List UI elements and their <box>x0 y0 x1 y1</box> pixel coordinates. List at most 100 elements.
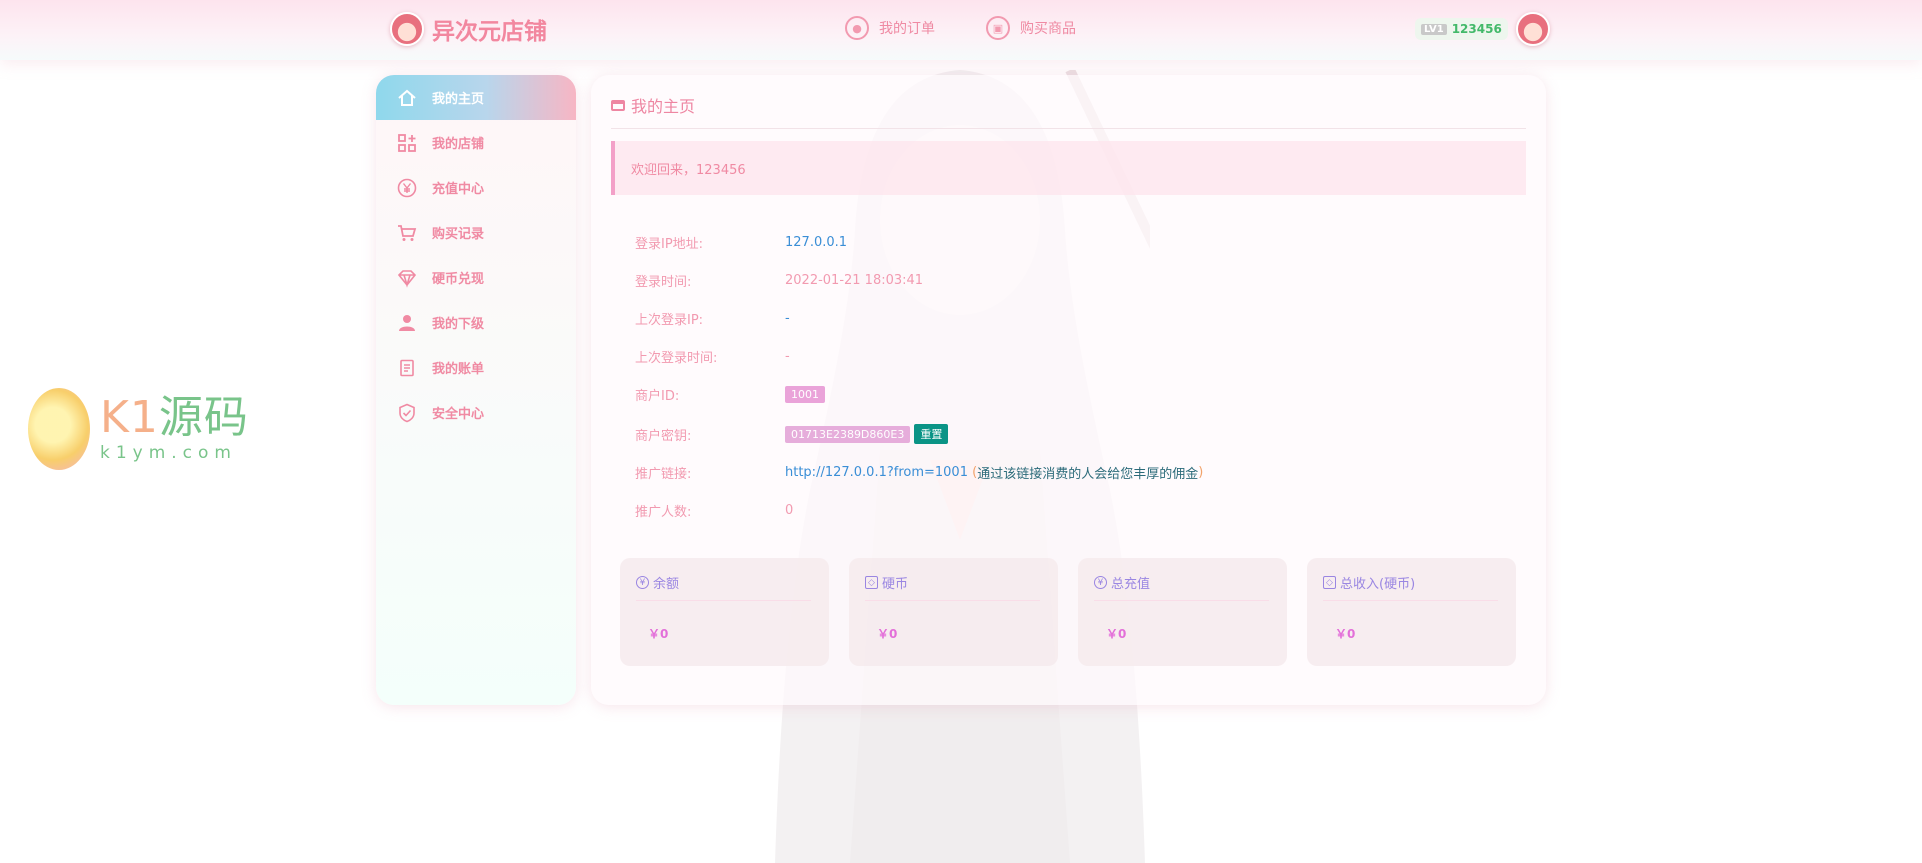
diamond-icon: ◇ <box>865 576 878 589</box>
info-row-promo-count: 推广人数: 0 <box>635 501 793 520</box>
stat-card-label: 硬币 <box>882 577 909 592</box>
welcome-text: 欢迎回来，123456 <box>631 162 746 178</box>
info-row-last-ip: 上次登录IP: - <box>635 309 790 328</box>
sidebar-item-label: 我的主页 <box>432 92 485 107</box>
info-label: 上次登录IP: <box>635 313 704 328</box>
info-row-merchant-key: 商户密钥: 01713E2389D860E3 重置 <box>635 424 949 444</box>
info-label: 商户ID: <box>635 389 680 404</box>
home-icon <box>396 87 418 109</box>
info-label: 登录IP地址: <box>635 237 704 252</box>
nav-my-orders[interactable]: ● 我的订单 <box>845 16 935 40</box>
watermark-k1: K1 <box>100 392 159 443</box>
info-label: 商户密钥: <box>635 428 692 444</box>
sidebar: 我的主页 我的店铺 充值中心 购买记录 硬币兑现 我的下级 我的账单 安全中心 <box>376 75 576 705</box>
sidebar-item-label: 购买记录 <box>432 227 485 242</box>
watermark-logo: K1源码 k1ym.com <box>28 388 249 470</box>
sidebar-item-label: 我的账单 <box>432 362 485 377</box>
yen-icon <box>396 177 418 199</box>
sidebar-item-my-bills[interactable]: 我的账单 <box>376 345 576 390</box>
info-label: 登录时间: <box>635 275 692 290</box>
username: 123456 <box>1451 22 1502 36</box>
page-title-text: 我的主页 <box>631 97 696 116</box>
nav-my-orders-label: 我的订单 <box>879 21 935 37</box>
main-panel: 我的主页 欢迎回来，123456 登录IP地址: 127.0.0.1 登录时间:… <box>591 75 1546 705</box>
divider <box>1094 600 1269 601</box>
shop-bag-icon: ▣ <box>986 16 1010 40</box>
sidebar-item-coin-cashout[interactable]: 硬币兑现 <box>376 255 576 300</box>
diamond-icon: ◇ <box>1323 576 1336 589</box>
paren-close: ) <box>1198 465 1204 480</box>
info-row-promo-link: 推广链接: http://127.0.0.1?from=1001 ( 通过该链接… <box>635 463 1203 482</box>
stat-card-value: ￥0 <box>1335 627 1356 641</box>
top-navbar: 异次元店铺 ● 我的订单 ▣ 购买商品 LV1 123456 <box>0 0 1922 60</box>
merchant-key-tag: 01713E2389D860E3 <box>785 425 911 443</box>
sidebar-item-home[interactable]: 我的主页 <box>376 75 576 120</box>
sidebar-item-security[interactable]: 安全中心 <box>376 390 576 435</box>
info-label: 推广人数: <box>635 505 692 520</box>
info-row-login-ip: 登录IP地址: 127.0.0.1 <box>635 233 847 252</box>
login-time-value: 2022-01-21 18:03:41 <box>785 273 924 288</box>
reset-key-button[interactable]: 重置 <box>914 424 949 444</box>
watermark-emblem-icon <box>28 388 90 470</box>
bill-icon <box>396 357 418 379</box>
order-icon: ● <box>845 16 869 40</box>
diamond-icon <box>396 267 418 289</box>
yen-icon: ¥ <box>1094 576 1107 589</box>
user-level-badge: LV1 123456 <box>1415 18 1508 40</box>
info-row-last-time: 上次登录时间: - <box>635 347 790 366</box>
paren-open: ( <box>967 465 978 480</box>
last-ip-value: - <box>785 311 790 326</box>
info-label: 推广链接: <box>635 467 692 482</box>
promo-link[interactable]: http://127.0.0.1?from=1001 <box>785 465 968 480</box>
nav-buy-goods[interactable]: ▣ 购买商品 <box>986 16 1076 40</box>
stat-card-coins: ◇ 硬币 ￥0 <box>849 558 1058 666</box>
divider <box>1323 600 1498 601</box>
shield-icon <box>396 402 418 424</box>
site-logo[interactable]: 异次元店铺 <box>390 12 547 46</box>
sidebar-item-subordinates[interactable]: 我的下级 <box>376 300 576 345</box>
user-menu[interactable]: LV1 123456 <box>1415 12 1550 46</box>
sidebar-item-purchase-history[interactable]: 购买记录 <box>376 210 576 255</box>
watermark-sub: k1ym.com <box>100 443 237 463</box>
stat-card-label: 余额 <box>653 577 680 592</box>
stat-card-value: ￥0 <box>877 627 898 641</box>
apps-icon <box>396 132 418 154</box>
stat-card-total-recharge: ¥ 总充值 ￥0 <box>1078 558 1287 666</box>
login-ip-value: 127.0.0.1 <box>785 235 848 250</box>
stat-card-value: ￥0 <box>1106 627 1127 641</box>
user-avatar[interactable] <box>1515 12 1550 46</box>
info-label: 上次登录时间: <box>635 351 718 366</box>
promo-hint: 通过该链接消费的人会给您丰厚的佣金 <box>977 467 1199 482</box>
level-tag: LV1 <box>1421 23 1447 35</box>
stat-card-header: ◇ 硬币 <box>865 573 908 592</box>
stat-card-label: 总充值 <box>1111 577 1151 592</box>
last-time-value: - <box>785 349 790 364</box>
divider <box>611 128 1526 129</box>
promo-count-value: 0 <box>785 503 794 518</box>
cart-icon <box>396 222 418 244</box>
stat-card-header: ¥ 总充值 <box>1094 573 1150 592</box>
sidebar-item-my-shop[interactable]: 我的店铺 <box>376 120 576 165</box>
stat-card-label: 总收入(硬币) <box>1340 577 1416 592</box>
yen-icon: ¥ <box>636 576 649 589</box>
stat-card-header: ◇ 总收入(硬币) <box>1323 573 1415 592</box>
stat-card-value: ￥0 <box>648 627 669 641</box>
watermark-text: K1源码 k1ym.com <box>100 392 249 464</box>
user-icon <box>396 312 418 334</box>
sidebar-item-recharge[interactable]: 充值中心 <box>376 165 576 210</box>
window-icon <box>611 99 625 111</box>
watermark-cn: 源码 <box>158 392 249 443</box>
merchant-id-tag: 1001 <box>785 386 825 403</box>
sidebar-item-label: 我的店铺 <box>432 137 485 152</box>
site-title: 异次元店铺 <box>432 19 547 45</box>
divider <box>636 600 811 601</box>
sidebar-item-label: 硬币兑现 <box>432 272 485 287</box>
welcome-banner: 欢迎回来，123456 <box>611 141 1526 195</box>
info-row-login-time: 登录时间: 2022-01-21 18:03:41 <box>635 271 923 290</box>
stat-card-header: ¥ 余额 <box>636 573 679 592</box>
info-row-merchant-id: 商户ID: 1001 <box>635 385 825 404</box>
sidebar-item-label: 充值中心 <box>432 182 485 197</box>
stat-card-balance: ¥ 余额 ￥0 <box>620 558 829 666</box>
divider <box>865 600 1040 601</box>
stat-card-total-income: ◇ 总收入(硬币) ￥0 <box>1307 558 1516 666</box>
